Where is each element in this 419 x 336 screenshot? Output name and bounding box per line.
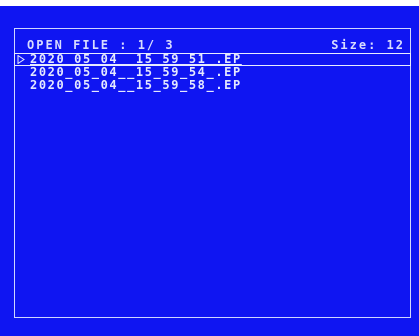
file-name: 2020_05_04__15_59_58_.EP: [30, 78, 242, 92]
file-name: 2020_05_04__15_59_54_.EP: [30, 65, 242, 79]
file-name: 2020_05_04__15_59_51_.EP: [30, 52, 242, 66]
file-list: 2020_05_04__15_59_51_.EP 2020_05_04__15_…: [14, 53, 411, 92]
open-file-title: OPEN FILE : 1/ 3: [27, 38, 175, 52]
file-size-label: Size: 12: [331, 38, 405, 52]
file-browser-screen: OPEN FILE : 1/ 3 Size: 12 2020_05_04__15…: [0, 6, 419, 336]
file-item-3[interactable]: 2020_05_04__15_59_58_.EP: [14, 79, 411, 92]
selection-cursor-icon: [17, 53, 27, 66]
header-bar: OPEN FILE : 1/ 3 Size: 12: [27, 37, 407, 53]
